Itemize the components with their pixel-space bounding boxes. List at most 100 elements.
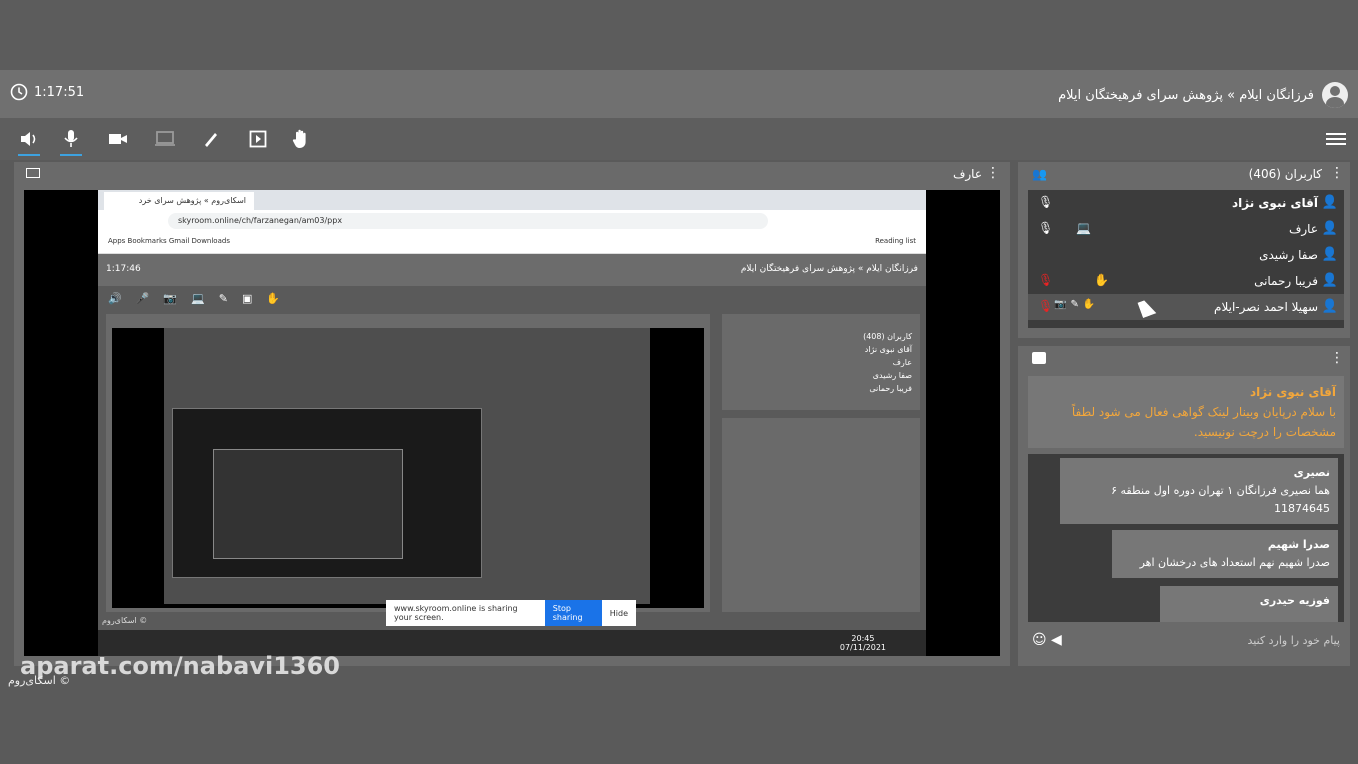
- mic-icon: 🎙: [1038, 195, 1054, 209]
- message-text: صدرا شهیم نهم استعداد های درخشان اهر: [1139, 556, 1330, 569]
- chat-input[interactable]: پیام خود را وارد کنید ◀ ☺: [1028, 628, 1344, 656]
- taskbar-date: 07/11/2021: [839, 643, 886, 652]
- monitor-icon: [26, 168, 40, 178]
- user-name: سهیلا احمد نصر-ایلام: [1214, 300, 1318, 314]
- nested-users-title: کاربران (408): [863, 332, 912, 341]
- nested-reading-list: Reading list: [875, 237, 916, 245]
- pinned-message: آقای نبوی نژاد با سلام درپایان وبینار لی…: [1028, 376, 1344, 448]
- nested-tabbar: اسکای‌روم » پژوهش سرای خرد: [98, 190, 926, 210]
- nested-stage: [112, 328, 704, 608]
- camera-icon[interactable]: [105, 126, 131, 152]
- user-name: عارف: [1288, 222, 1318, 236]
- user-actions[interactable]: 📷✎✋: [1054, 299, 1099, 310]
- nested-url: skyroom.online/ch/farzanegan/am03/ppx: [168, 213, 768, 229]
- screen-share-icon: 💻: [1076, 221, 1091, 235]
- nested-bookmarks-text: Apps Bookmarks Gmail Downloads: [108, 237, 230, 245]
- kebab-menu-icon[interactable]: ⋮: [1330, 165, 1344, 181]
- room-title: فرزانگان ایلام » پژوهش سرای فرهیختگان ای…: [1058, 82, 1348, 108]
- hand-icon: ✋: [1094, 273, 1109, 287]
- user-icon: 👤: [1321, 195, 1338, 210]
- users-icon: 👥: [1032, 167, 1047, 181]
- user-icon: 👤: [1321, 247, 1338, 262]
- kebab-menu-icon[interactable]: ⋮: [1330, 350, 1344, 366]
- chat-placeholder: پیام خود را وارد کنید: [1247, 634, 1340, 647]
- nested-user: صفا رشیدی: [872, 371, 912, 380]
- nested-stage-3: [172, 408, 482, 578]
- clock-icon: [10, 83, 28, 101]
- screen-share-icon[interactable]: [152, 126, 178, 152]
- chat-message: فوزیه حیدری: [1160, 586, 1338, 622]
- nested-user: فریبا رحمانی: [869, 384, 912, 393]
- presenter-name: عارف: [952, 167, 982, 181]
- user-row[interactable]: صفا رشیدی 👤: [1028, 242, 1344, 268]
- stop-sharing-button[interactable]: Stop sharing: [544, 600, 602, 626]
- mic-icon[interactable]: [58, 126, 84, 156]
- nested-share-area: [106, 314, 710, 612]
- user-name: صفا رشیدی: [1259, 248, 1318, 262]
- screen-share-panel: عارف ⋮ اسکای‌روم » پژوهش سرای خرد skyroo…: [14, 162, 1010, 666]
- shared-screen-stage: اسکای‌روم » پژوهش سرای خرد skyroom.onlin…: [24, 190, 1000, 656]
- share-panel-header: عارف ⋮: [14, 162, 1010, 186]
- user-icon: 👤: [1321, 273, 1338, 288]
- user-name: آقای نبوی نژاد: [1232, 196, 1318, 210]
- pinned-sender: آقای نبوی نژاد: [1250, 385, 1336, 399]
- message-sender: فوزیه حیدری: [1259, 594, 1330, 607]
- users-panel: 👥 کاربران (406) ⋮ 🎙 آقای نبوی نژاد 👤 🎙 💻…: [1018, 162, 1350, 338]
- hamburger-menu-icon[interactable]: [1326, 130, 1346, 148]
- nested-watermark: اسکای‌روم ©: [102, 616, 148, 625]
- nested-bookmarks: Apps Bookmarks Gmail Downloads Reading l…: [98, 232, 926, 254]
- nested-browser: اسکای‌روم » پژوهش سرای خرد skyroom.onlin…: [98, 190, 926, 254]
- play-box-icon[interactable]: [245, 126, 271, 152]
- chat-message: صدرا شهیم صدرا شهیم نهم استعداد های درخش…: [1112, 530, 1338, 578]
- clock-text: 1:17:51: [34, 84, 85, 100]
- pen-icon[interactable]: [198, 126, 224, 152]
- kebab-menu-icon[interactable]: ⋮: [986, 165, 1000, 181]
- taskbar-clock: 20:45 07/11/2021: [840, 634, 886, 652]
- main-toolbar: [0, 118, 1358, 160]
- user-row[interactable]: 🎙 ✋ فریبا رحمانی 👤: [1028, 268, 1344, 294]
- message-sender: نصیری: [1293, 466, 1330, 479]
- chat-header: ⋮: [1018, 346, 1350, 372]
- hand-icon[interactable]: [288, 126, 314, 152]
- skyroom-copyright: اسکای‌روم ©: [8, 674, 71, 687]
- nested-chat-panel: [722, 418, 920, 612]
- message-text: هما نصیری فرزانگان ۱ تهران دوره اول منطق…: [1111, 484, 1330, 515]
- nested-header: 1:17:46 فرزانگان ایلام » پژوهش سرای فرهی…: [98, 254, 926, 286]
- nested-title: فرزانگان ایلام » پژوهش سرای فرهیختگان ای…: [740, 264, 918, 274]
- chat-message: نصیری هما نصیری فرزانگان ۱ تهران دوره او…: [1060, 458, 1338, 524]
- session-clock: 1:17:51: [10, 83, 84, 101]
- user-list: 🎙 آقای نبوی نژاد 👤 🎙 💻 عارف 👤 صفا رشیدی …: [1028, 190, 1344, 328]
- nested-toolbar: 🔊🎤📷💻✎▣✋: [98, 286, 926, 314]
- nested-clock: 1:17:46: [106, 264, 141, 274]
- send-emoji-icons[interactable]: ◀ ☺: [1032, 632, 1062, 648]
- avatar-icon[interactable]: [1322, 82, 1348, 108]
- mic-muted-icon: 🎙: [1038, 273, 1054, 287]
- sharing-text: www.skyroom.online is sharing your scree…: [394, 604, 518, 622]
- mic-muted-icon: 🎙: [1038, 299, 1054, 313]
- user-row[interactable]: 🎙 📷✎✋ سهیلا احمد نصر-ایلام 👤: [1028, 294, 1344, 320]
- header-bar: 1:17:51 فرزانگان ایلام » پژوهش سرای فرهی…: [0, 70, 1358, 118]
- room-title-text: فرزانگان ایلام » پژوهش سرای فرهیختگان ای…: [1058, 87, 1314, 103]
- taskbar-time: 20:45: [851, 634, 875, 643]
- user-icon: 👤: [1321, 299, 1338, 314]
- users-title: کاربران (406): [1248, 167, 1322, 181]
- nested-urlbar: skyroom.online/ch/farzanegan/am03/ppx: [98, 210, 926, 232]
- message-list: نصیری هما نصیری فرزانگان ۱ تهران دوره او…: [1028, 454, 1344, 622]
- chat-icon: [1032, 352, 1046, 364]
- nested-user: آقای نبوی نژاد: [864, 345, 912, 354]
- nested-user: عارف: [892, 358, 912, 367]
- speaker-icon[interactable]: [16, 126, 42, 156]
- nested-users-panel: کاربران (408) آقای نبوی نژاد عارف صفا رش…: [722, 314, 920, 410]
- nested-stage-2: [164, 328, 650, 604]
- nested-screen: اسکای‌روم » پژوهش سرای خرد skyroom.onlin…: [98, 190, 926, 656]
- pinned-text: با سلام درپایان وبینار لینک گواهی فعال م…: [1071, 405, 1336, 439]
- hide-button[interactable]: Hide: [610, 609, 628, 618]
- message-sender: صدرا شهیم: [1267, 538, 1330, 551]
- user-name: فریبا رحمانی: [1254, 274, 1318, 288]
- nested-stage-4: [213, 449, 403, 559]
- user-icon: 👤: [1321, 221, 1338, 236]
- user-row[interactable]: 🎙 آقای نبوی نژاد 👤: [1028, 190, 1344, 216]
- chat-panel: ⋮ آقای نبوی نژاد با سلام درپایان وبینار …: [1018, 346, 1350, 666]
- user-row[interactable]: 🎙 💻 عارف 👤: [1028, 216, 1344, 242]
- sharing-notification: www.skyroom.online is sharing your scree…: [386, 600, 636, 626]
